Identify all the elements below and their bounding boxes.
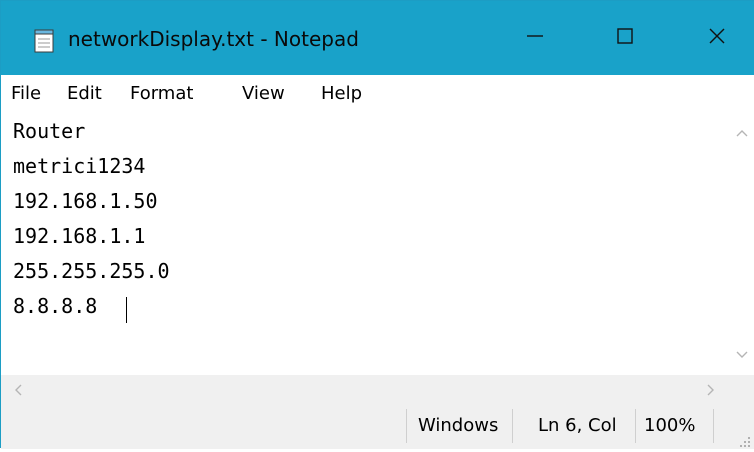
status-line-ending: Windows xyxy=(418,415,499,436)
chevron-left-icon[interactable] xyxy=(13,382,23,401)
menu-format[interactable]: Format xyxy=(130,83,193,104)
status-divider xyxy=(713,409,714,443)
status-position: Ln 6, Col xyxy=(538,415,617,436)
menu-edit[interactable]: Edit xyxy=(67,83,102,104)
chevron-right-icon[interactable] xyxy=(706,382,716,401)
scrollbar-corner xyxy=(707,375,754,401)
menu-view[interactable]: View xyxy=(242,83,285,104)
close-button[interactable] xyxy=(677,1,754,75)
status-divider xyxy=(635,409,636,443)
notepad-window: networkDisplay.txt - Notepad File Edit F… xyxy=(0,0,754,449)
status-divider xyxy=(512,409,513,443)
editor-line: Router xyxy=(13,119,86,143)
title-bar[interactable]: networkDisplay.txt - Notepad xyxy=(1,1,754,75)
menu-help[interactable]: Help xyxy=(321,83,362,104)
maximize-button[interactable] xyxy=(585,1,665,75)
resize-grip-icon[interactable] xyxy=(739,433,751,447)
editor-line: 192.168.1.50 xyxy=(13,189,158,213)
window-title: networkDisplay.txt - Notepad xyxy=(68,27,359,51)
notepad-icon xyxy=(34,29,54,53)
chevron-down-icon[interactable] xyxy=(735,345,749,364)
editor-line: 255.255.255.0 xyxy=(13,259,170,283)
close-icon xyxy=(707,26,727,50)
editor-line: metrici1234 xyxy=(13,154,146,178)
text-caret xyxy=(126,297,127,323)
menu-file[interactable]: File xyxy=(11,83,41,104)
maximize-icon xyxy=(615,26,635,50)
status-bar: Windows Ln 6, Col 100% xyxy=(1,401,754,449)
vertical-scrollbar[interactable] xyxy=(728,113,754,375)
status-divider xyxy=(406,409,407,443)
editor-line: 192.168.1.1 xyxy=(13,224,146,248)
minimize-button[interactable] xyxy=(495,1,575,75)
status-zoom: 100% xyxy=(644,415,696,436)
editor-line: 8.8.8.8 xyxy=(13,294,98,318)
minimize-icon xyxy=(525,26,545,50)
chevron-up-icon[interactable] xyxy=(735,123,749,142)
text-editor[interactable]: Router metrici1234 192.168.1.50 192.168.… xyxy=(1,113,728,375)
horizontal-scrollbar[interactable] xyxy=(1,375,728,401)
menu-bar: File Edit Format View Help xyxy=(1,75,754,113)
